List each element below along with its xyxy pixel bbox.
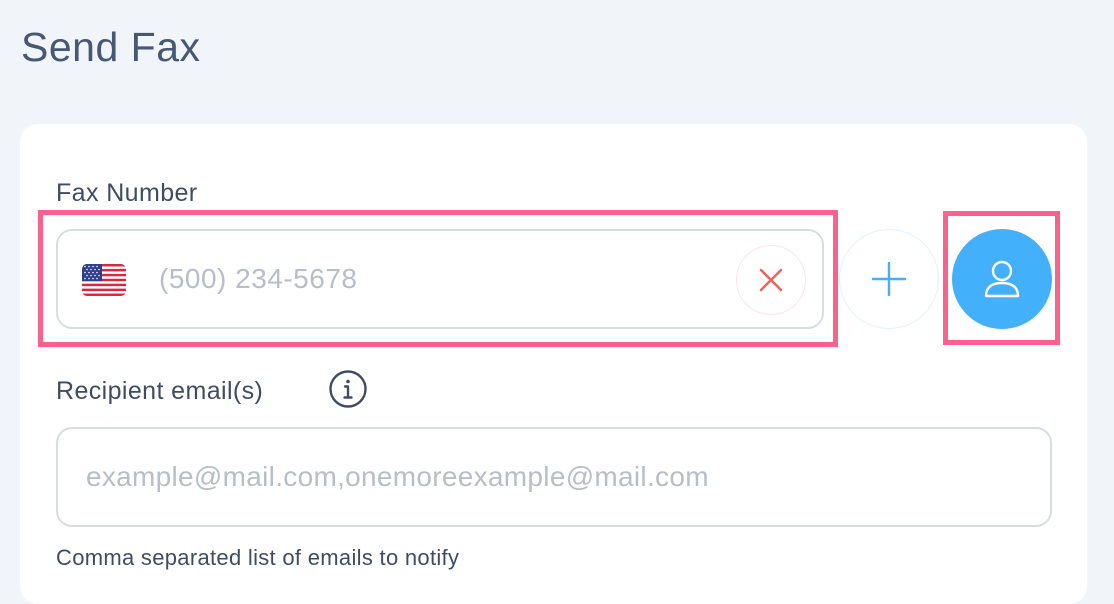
recipient-emails-label: Recipient email(s)	[56, 377, 264, 405]
contact-button-highlight	[943, 211, 1060, 345]
info-icon[interactable]	[328, 369, 368, 409]
fax-number-highlight	[38, 210, 838, 347]
recipient-emails-helper-text: Comma separated list of emails to notify	[56, 545, 460, 570]
add-fax-number-button[interactable]	[839, 229, 939, 329]
recipient-emails-input[interactable]	[56, 427, 1052, 527]
plus-icon	[871, 261, 907, 297]
page-title: Send Fax	[21, 24, 201, 70]
fax-number-label: Fax Number	[56, 179, 198, 207]
